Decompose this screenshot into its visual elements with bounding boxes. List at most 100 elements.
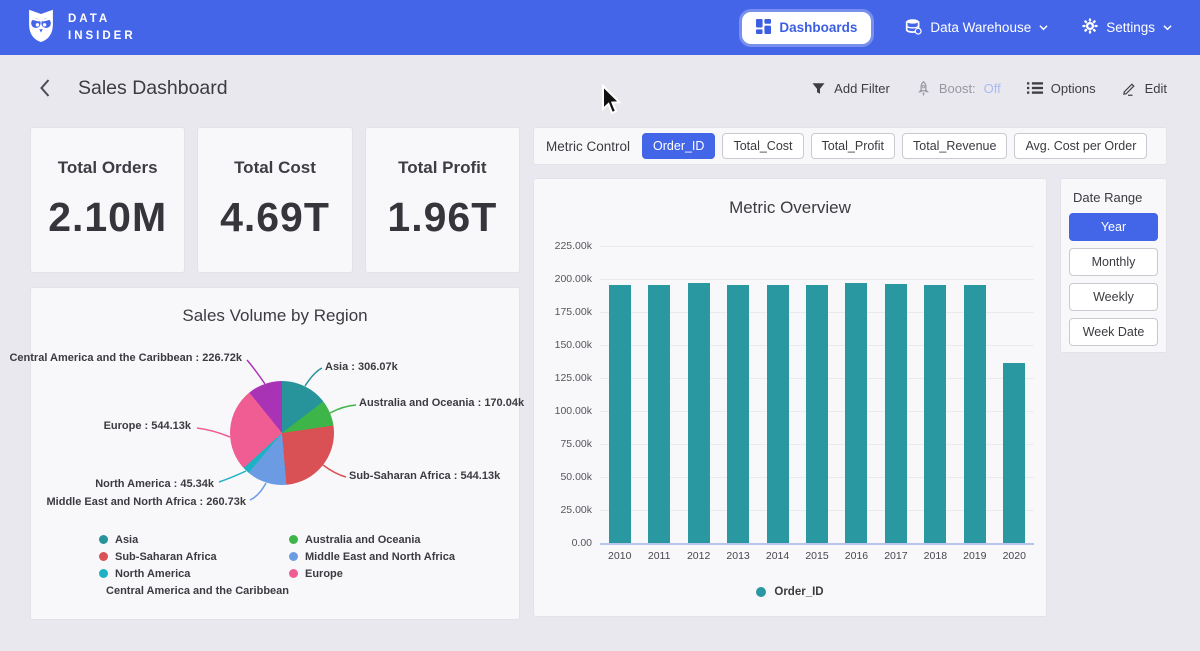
pie-label-sub-saharan-africa: Sub-Saharan Africa : 544.13k bbox=[349, 470, 500, 482]
back-button[interactable] bbox=[33, 77, 55, 99]
bar-2012[interactable] bbox=[688, 283, 710, 543]
x-axis-label: 2014 bbox=[758, 550, 797, 562]
options-button[interactable]: Options bbox=[1027, 81, 1096, 96]
y-axis-tick: 175.00k bbox=[537, 306, 592, 318]
date-range-buttons: Year Monthly Weekly Week Date bbox=[1069, 213, 1158, 346]
nav-settings-label: Settings bbox=[1106, 20, 1155, 35]
database-icon bbox=[905, 18, 922, 38]
boost-label: Boost: bbox=[939, 81, 976, 96]
metric-overview-card: Metric Overview 225.00k200.00k175.00k150… bbox=[533, 178, 1047, 617]
nav-data-warehouse-label: Data Warehouse bbox=[930, 20, 1031, 35]
gridline bbox=[600, 543, 1034, 545]
boost-toggle[interactable]: Boost: Off bbox=[916, 81, 1001, 96]
add-filter-label: Add Filter bbox=[834, 81, 890, 96]
pie-legend-label: Asia bbox=[115, 534, 138, 546]
x-axis-label: 2017 bbox=[876, 550, 915, 562]
pie-chart-area: Asia : 306.07kAustralia and Oceania : 17… bbox=[31, 326, 519, 531]
bar-2010[interactable] bbox=[609, 285, 631, 543]
date-range-monthly[interactable]: Monthly bbox=[1069, 248, 1158, 276]
pie-legend-item-australia-and-oceania[interactable]: Australia and Oceania bbox=[289, 533, 455, 546]
brand-logo[interactable]: DATA INSIDER bbox=[24, 7, 136, 48]
kpi-card-total-orders: Total Orders2.10M bbox=[30, 127, 185, 273]
x-axis-label: 2010 bbox=[600, 550, 639, 562]
pie-label-middle-east-and-north-africa: Middle East and North Africa : 260.73k bbox=[47, 496, 246, 508]
bar-legend-label: Order_ID bbox=[774, 586, 823, 598]
pie-chart[interactable] bbox=[230, 381, 334, 485]
edit-label: Edit bbox=[1145, 81, 1167, 96]
pie-legend-label: Middle East and North Africa bbox=[305, 551, 455, 563]
legend-dot bbox=[289, 535, 298, 544]
pie-legend-label: Sub-Saharan Africa bbox=[115, 551, 217, 563]
metric-option-total-revenue[interactable]: Total_Revenue bbox=[902, 133, 1007, 159]
bar-chart-plot: 225.00k200.00k175.00k150.00k125.00k100.0… bbox=[600, 246, 1034, 543]
kpi-card-total-profit: Total Profit 1.96T bbox=[365, 127, 520, 273]
kpi-label: Total Cost bbox=[234, 158, 316, 178]
nav-dashboards-button[interactable]: Dashboards bbox=[742, 12, 871, 44]
nav-data-warehouse-button[interactable]: Data Warehouse bbox=[905, 18, 1048, 38]
pencil-icon bbox=[1122, 81, 1137, 96]
boost-value: Off bbox=[984, 81, 1001, 96]
y-axis-tick: 225.00k bbox=[537, 240, 592, 252]
date-range-weekly[interactable]: Weekly bbox=[1069, 283, 1158, 311]
bar-2019[interactable] bbox=[964, 285, 986, 543]
bar-2011[interactable] bbox=[648, 285, 670, 543]
header-actions: Add Filter Boost: Off bbox=[811, 81, 1167, 96]
pie-leader-line bbox=[323, 465, 346, 477]
metric-option-order-id[interactable]: Order_ID bbox=[642, 133, 715, 159]
nav-settings-button[interactable]: Settings bbox=[1082, 18, 1172, 37]
y-axis-tick: 75.00k bbox=[537, 438, 592, 450]
y-axis-tick: 100.00k bbox=[537, 405, 592, 417]
x-axis-label: 2019 bbox=[955, 550, 994, 562]
bar-2018[interactable] bbox=[924, 285, 946, 543]
nav-menu: Dashboards Data Warehouse bbox=[742, 12, 1172, 44]
x-axis-label: 2012 bbox=[679, 550, 718, 562]
bar-2015[interactable] bbox=[806, 285, 828, 543]
pie-legend-item-europe[interactable]: Europe bbox=[289, 567, 455, 580]
metric-option-total-cost[interactable]: Total_Cost bbox=[722, 133, 803, 159]
page-title: Sales Dashboard bbox=[78, 77, 228, 100]
date-range-week-date[interactable]: Week Date bbox=[1069, 318, 1158, 346]
pie-legend-label: North America bbox=[115, 568, 190, 580]
date-range-panel: Date Range Year Monthly Weekly Week Date bbox=[1060, 178, 1167, 353]
bar-2013[interactable] bbox=[727, 285, 749, 543]
bar-2020[interactable] bbox=[1003, 363, 1025, 543]
metric-control-panel: Metric Control Order_ID Total_Cost Total_P… bbox=[533, 127, 1167, 165]
bar-2017[interactable] bbox=[885, 284, 907, 543]
kpi-value: 4.69T bbox=[220, 194, 330, 241]
y-axis-tick: 25.00k bbox=[537, 504, 592, 516]
pie-legend-label: Europe bbox=[305, 568, 343, 580]
date-range-year[interactable]: Year bbox=[1069, 213, 1158, 241]
bar-chart-title: Metric Overview bbox=[534, 198, 1046, 218]
nav-dashboards-label: Dashboards bbox=[779, 20, 857, 35]
pie-leader-line bbox=[197, 428, 230, 437]
bar-chart-legend-item[interactable]: Order_ID bbox=[534, 586, 1046, 598]
legend-dot bbox=[99, 535, 108, 544]
y-axis-tick: 125.00k bbox=[537, 372, 592, 384]
x-axis-label: 2020 bbox=[995, 550, 1034, 562]
add-filter-button[interactable]: Add Filter bbox=[811, 81, 890, 96]
pie-legend-item-sub-saharan-africa[interactable]: Sub-Saharan Africa bbox=[99, 550, 289, 563]
kpi-label: Total Orders bbox=[58, 158, 158, 178]
date-range-title: Date Range bbox=[1073, 190, 1158, 205]
metric-option-avg-cost-per-order[interactable]: Avg. Cost per Order bbox=[1014, 133, 1147, 159]
y-axis-tick: 0.00 bbox=[537, 537, 592, 549]
gear-icon bbox=[1082, 18, 1098, 37]
bar-2016[interactable] bbox=[845, 283, 867, 543]
kpi-label: Total Profit bbox=[398, 158, 486, 178]
pie-leader-line bbox=[305, 368, 322, 386]
pie-legend-item-asia[interactable]: Asia bbox=[99, 533, 289, 546]
pie-legend-item-north-america[interactable]: North America bbox=[99, 567, 289, 580]
pie-legend-item-central-america-and-the-caribbean[interactable]: Central America and the Caribbean bbox=[99, 584, 289, 597]
kpi-value: 1.96T bbox=[387, 194, 497, 241]
y-axis-tick: 50.00k bbox=[537, 471, 592, 483]
list-icon bbox=[1027, 81, 1043, 95]
legend-dot bbox=[99, 552, 108, 561]
dashboard-page: DATA INSIDER Dashboards bbox=[0, 0, 1200, 651]
pie-legend-item-middle-east-and-north-africa[interactable]: Middle East and North Africa bbox=[289, 550, 455, 563]
metric-option-total-profit[interactable]: Total_Profit bbox=[811, 133, 896, 159]
bar-2014[interactable] bbox=[767, 285, 789, 543]
edit-button[interactable]: Edit bbox=[1122, 81, 1167, 96]
metric-control-label: Metric Control bbox=[546, 139, 630, 154]
legend-dot bbox=[289, 569, 298, 578]
page-header: Sales Dashboard Add Filter Boost: Off bbox=[0, 55, 1200, 121]
